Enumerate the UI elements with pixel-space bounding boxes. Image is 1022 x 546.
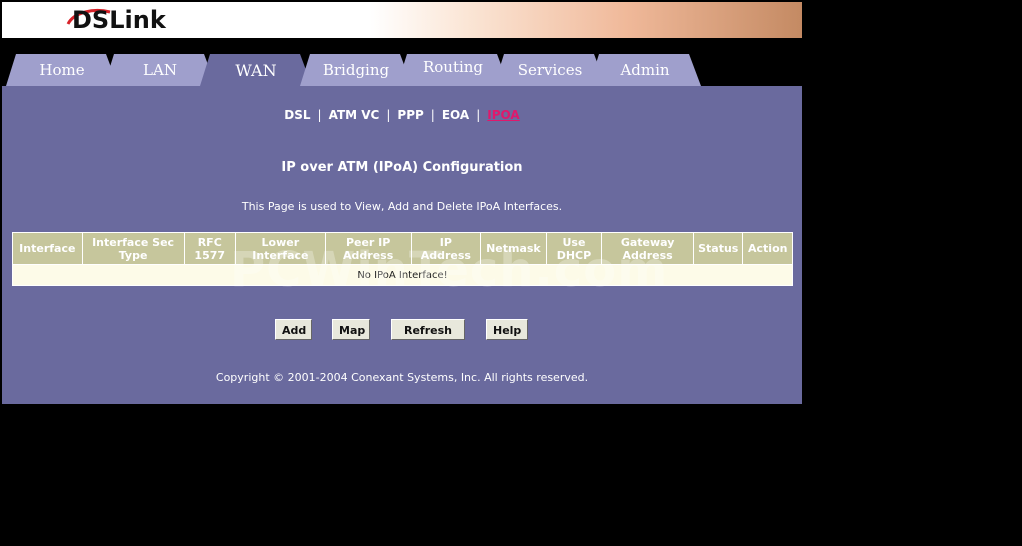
column-header: Netmask — [481, 233, 546, 264]
tab-wan[interactable]: WAN — [200, 54, 312, 86]
tab-bridging-label: Bridging — [322, 61, 390, 79]
column-header: Interface Sec Type — [82, 233, 184, 264]
subnav-atm-vc[interactable]: ATM VC — [329, 108, 380, 122]
column-header: IP Address — [411, 233, 481, 264]
tab-bridging[interactable]: Bridging — [300, 54, 412, 86]
tab-home[interactable]: Home — [6, 54, 118, 86]
column-header: Gateway Address — [602, 233, 694, 264]
tab-admin[interactable]: Admin — [589, 54, 701, 86]
tab-routing-label: Routing — [422, 58, 484, 76]
subnav-separator: | — [430, 108, 435, 122]
subnav-separator: | — [476, 108, 481, 122]
action-buttons: Add Map Refresh Help — [2, 319, 802, 341]
subnav-ipoa[interactable]: IPOA — [487, 108, 519, 122]
main-tab-bar: Home LAN WAN Bridging Routing Services A… — [2, 38, 802, 86]
subnav-dsl[interactable]: DSL — [284, 108, 310, 122]
refresh-button[interactable]: Refresh — [391, 319, 465, 340]
column-header: Action — [743, 233, 792, 264]
header-banner: DSLink — [2, 2, 802, 38]
wan-subnav: DSL | ATM VC | PPP | EOA | IPOA — [2, 108, 802, 122]
page-description: This Page is used to View, Add and Delet… — [241, 200, 563, 213]
tab-wan-label: WAN — [235, 61, 277, 80]
subnav-ppp[interactable]: PPP — [397, 108, 423, 122]
router-admin-page: DSLink Home LAN WAN Bridging Routing Ser… — [2, 2, 802, 404]
subnav-separator: | — [386, 108, 391, 122]
ipoa-interfaces-table: Interface Interface Sec Type RFC 1577 Lo… — [12, 232, 793, 286]
column-header: Status — [694, 233, 743, 264]
copyright-text: Copyright © 2001-2004 Conexant Systems, … — [215, 371, 589, 384]
tab-admin-label: Admin — [620, 61, 670, 79]
add-button[interactable]: Add — [275, 319, 312, 340]
subnav-eoa[interactable]: EOA — [442, 108, 469, 122]
table-row: No IPoA Interface! — [13, 265, 792, 285]
page-title: IP over ATM (IPoA) Configuration — [281, 160, 523, 175]
column-header: Use DHCP — [546, 233, 602, 264]
table-header-row: Interface Interface Sec Type RFC 1577 Lo… — [13, 233, 792, 264]
subnav-separator: | — [317, 108, 322, 122]
column-header: Interface — [13, 233, 82, 264]
help-button[interactable]: Help — [486, 319, 528, 340]
logo-text: DSLink — [72, 6, 166, 34]
column-header: Lower Interface — [235, 233, 325, 264]
tab-routing[interactable]: Routing — [397, 54, 509, 86]
column-header: Peer IP Address — [325, 233, 411, 264]
column-header: RFC 1577 — [184, 233, 235, 264]
content-panel: DSL | ATM VC | PPP | EOA | IPOA IP over ATM (IPo… — [2, 86, 802, 404]
empty-table-message: No IPoA Interface! — [13, 265, 792, 285]
tab-home-label: Home — [39, 61, 85, 79]
map-button[interactable]: Map — [332, 319, 370, 340]
